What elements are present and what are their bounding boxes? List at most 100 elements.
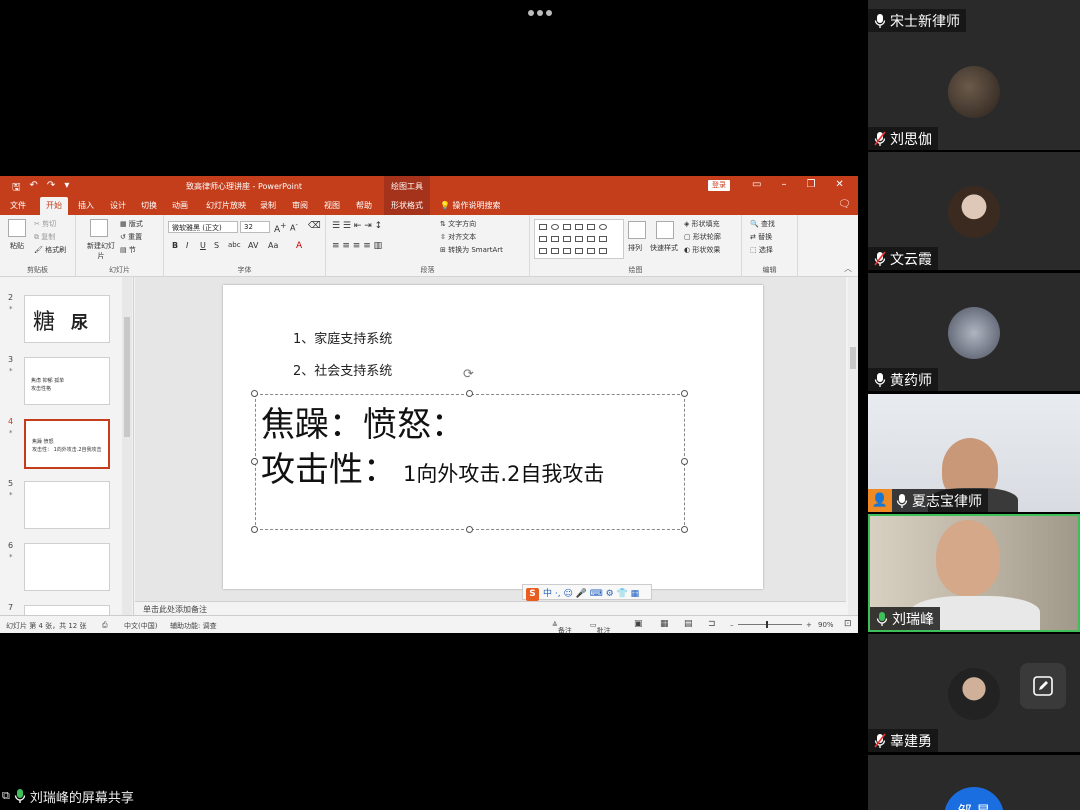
- text-direction-button[interactable]: ⇅ 文字方向: [440, 219, 476, 229]
- slide-list-item-2[interactable]: 2、社会支持系统: [293, 360, 392, 379]
- align-icons[interactable]: ≡ ≡ ≡ ≡ ▥: [332, 241, 382, 251]
- paste-icon[interactable]: [8, 219, 26, 237]
- italic-icon[interactable]: I: [186, 241, 188, 250]
- close-icon[interactable]: ✕: [835, 179, 843, 190]
- zoom-out-icon[interactable]: –: [730, 621, 734, 629]
- select-button[interactable]: ⬚ 选择: [750, 245, 773, 255]
- font-size-select[interactable]: 32: [240, 221, 270, 233]
- shape-fill-button[interactable]: ◈ 形状填充: [684, 219, 720, 229]
- tab-record[interactable]: 录制: [260, 200, 276, 211]
- fit-slide-icon[interactable]: ⊡: [844, 619, 852, 629]
- participant-tile[interactable]: 刘瑞峰: [868, 514, 1080, 632]
- tab-help[interactable]: 帮助: [356, 200, 372, 211]
- tab-review[interactable]: 审阅: [292, 200, 308, 211]
- shape-outline-button[interactable]: ▢ 形状轮廓: [684, 232, 721, 242]
- new-slide-icon[interactable]: [90, 219, 108, 237]
- ribbon-display-icon[interactable]: ▭: [752, 179, 761, 190]
- shapes-gallery[interactable]: [534, 219, 624, 259]
- resize-handle[interactable]: [681, 390, 688, 397]
- slide-thumbnail-3[interactable]: 焦虑 抑郁 孤单 攻击性格: [24, 357, 110, 405]
- reset-button[interactable]: ↺ 重置: [120, 232, 142, 242]
- shape-effects-button[interactable]: ◐ 形状效果: [684, 245, 720, 255]
- tab-file[interactable]: 文件: [10, 200, 26, 211]
- tell-me-search[interactable]: 💡 操作说明搜索: [440, 200, 501, 211]
- layout-button[interactable]: ▦ 版式: [120, 219, 143, 229]
- slide-thumbnail-4[interactable]: 焦躁 愤怒 攻击性： 1向外攻击.2自我攻击: [24, 419, 110, 469]
- font-name-select[interactable]: 微软雅黑 (正文): [168, 221, 238, 233]
- participant-tile[interactable]: 👤 夏志宝律师: [868, 394, 1080, 512]
- zoom-level[interactable]: 90%: [818, 621, 834, 629]
- tab-transitions[interactable]: 切换: [141, 200, 157, 211]
- accessibility-status[interactable]: 辅助功能: 调查: [170, 621, 217, 631]
- tab-design[interactable]: 设计: [110, 200, 126, 211]
- slide-list-item-1[interactable]: 1、家庭支持系统: [293, 328, 392, 347]
- find-button[interactable]: 🔍 查找: [750, 219, 775, 229]
- tab-insert[interactable]: 插入: [78, 200, 94, 211]
- resize-handle[interactable]: [466, 390, 473, 397]
- section-button[interactable]: ▤ 节: [120, 245, 136, 255]
- replace-button[interactable]: ⇄ 替换: [750, 232, 772, 242]
- new-slide-button[interactable]: 新建幻灯片: [84, 241, 118, 261]
- zoom-slider[interactable]: [738, 621, 802, 628]
- arrange-button[interactable]: 排列: [628, 243, 642, 253]
- grow-font-icon[interactable]: A+: [274, 221, 286, 235]
- notes-pane[interactable]: 单击此处添加备注: [135, 601, 846, 615]
- slide-thumbnail-6[interactable]: [24, 543, 110, 591]
- restore-icon[interactable]: ❐: [806, 179, 815, 190]
- zoom-in-icon[interactable]: +: [806, 621, 812, 629]
- notes-toggle[interactable]: ≙ 备注: [552, 621, 572, 633]
- tab-animations[interactable]: 动画: [172, 200, 188, 211]
- smartart-button[interactable]: ⊞ 转换为 SmartArt: [440, 245, 503, 255]
- bullets-icon[interactable]: ☰ ☰ ⇤ ⇥ ↕: [332, 221, 382, 231]
- tab-shape-format[interactable]: 形状格式: [384, 195, 430, 215]
- participant-tile[interactable]: 刘思伽: [868, 32, 1080, 150]
- spellcheck-icon[interactable]: ⎙: [102, 621, 108, 630]
- resize-handle[interactable]: [251, 390, 258, 397]
- participant-tile[interactable]: 文云霞: [868, 152, 1080, 270]
- shadow-icon[interactable]: S: [214, 241, 219, 250]
- slide-heading-line-2[interactable]: 攻击性： 1向外攻击.2自我攻击: [261, 442, 604, 491]
- slide-thumbnail-2[interactable]: 糖 尿: [24, 295, 110, 343]
- strikethrough-icon[interactable]: abc: [228, 241, 241, 249]
- format-painter-button[interactable]: 🖌 格式刷: [34, 245, 66, 255]
- slide-thumbnail-5[interactable]: [24, 481, 110, 529]
- quick-styles-icon[interactable]: [656, 221, 674, 239]
- resize-handle[interactable]: [681, 526, 688, 533]
- current-slide[interactable]: 1、家庭支持系统 2、社会支持系统 ⟳ 焦躁：愤怒： 攻击性： 1向外攻击.2自我…: [223, 285, 763, 589]
- resize-handle[interactable]: [251, 526, 258, 533]
- tab-home[interactable]: 开始: [40, 197, 68, 215]
- comments-toggle[interactable]: ▭ 批注: [590, 621, 611, 633]
- resize-handle[interactable]: [681, 458, 688, 465]
- participant-tile[interactable]: 黄药师: [868, 273, 1080, 391]
- minimize-icon[interactable]: –: [781, 179, 786, 190]
- slideshow-icon[interactable]: ⊐: [708, 619, 716, 629]
- arrange-icon[interactable]: [628, 221, 646, 239]
- participant-tile[interactable]: 宋士新律师: [868, 0, 1080, 32]
- tab-view[interactable]: 视图: [324, 200, 340, 211]
- resize-handle[interactable]: [466, 526, 473, 533]
- resize-handle[interactable]: [251, 458, 258, 465]
- participant-tile[interactable]: 邹 星: [868, 755, 1080, 810]
- login-button[interactable]: 登录: [708, 180, 730, 191]
- ime-toolbar[interactable]: S中 ·, ☺ 🎤 ⌨ ⚙ 👕 ▦: [522, 584, 652, 601]
- ime-mode[interactable]: 中: [543, 589, 552, 599]
- slide-heading-line-1[interactable]: 焦躁：愤怒：: [261, 397, 465, 446]
- normal-view-icon[interactable]: ▣: [634, 619, 643, 629]
- clear-format-icon[interactable]: ⌫: [308, 221, 321, 231]
- thumbnail-scrollbar[interactable]: [122, 277, 132, 615]
- shrink-font-icon[interactable]: A-: [290, 221, 298, 233]
- annotate-button[interactable]: [1020, 663, 1066, 709]
- slide-sorter-icon[interactable]: ▦: [660, 619, 669, 629]
- paste-button[interactable]: 粘贴: [10, 241, 24, 251]
- change-case-icon[interactable]: Aa: [268, 241, 278, 250]
- char-spacing-icon[interactable]: AV: [248, 241, 258, 250]
- rotate-handle-icon[interactable]: ⟳: [463, 367, 474, 382]
- copy-button[interactable]: ⧉ 复制: [34, 232, 55, 242]
- more-options-icon[interactable]: [528, 10, 552, 16]
- align-text-button[interactable]: ⇳ 对齐文本: [440, 232, 476, 242]
- bold-icon[interactable]: B: [172, 241, 178, 250]
- reading-view-icon[interactable]: ▤: [684, 619, 693, 629]
- tab-slideshow[interactable]: 幻灯片放映: [206, 200, 246, 211]
- font-color-icon[interactable]: A: [296, 241, 302, 251]
- language[interactable]: 中文(中国): [124, 621, 157, 631]
